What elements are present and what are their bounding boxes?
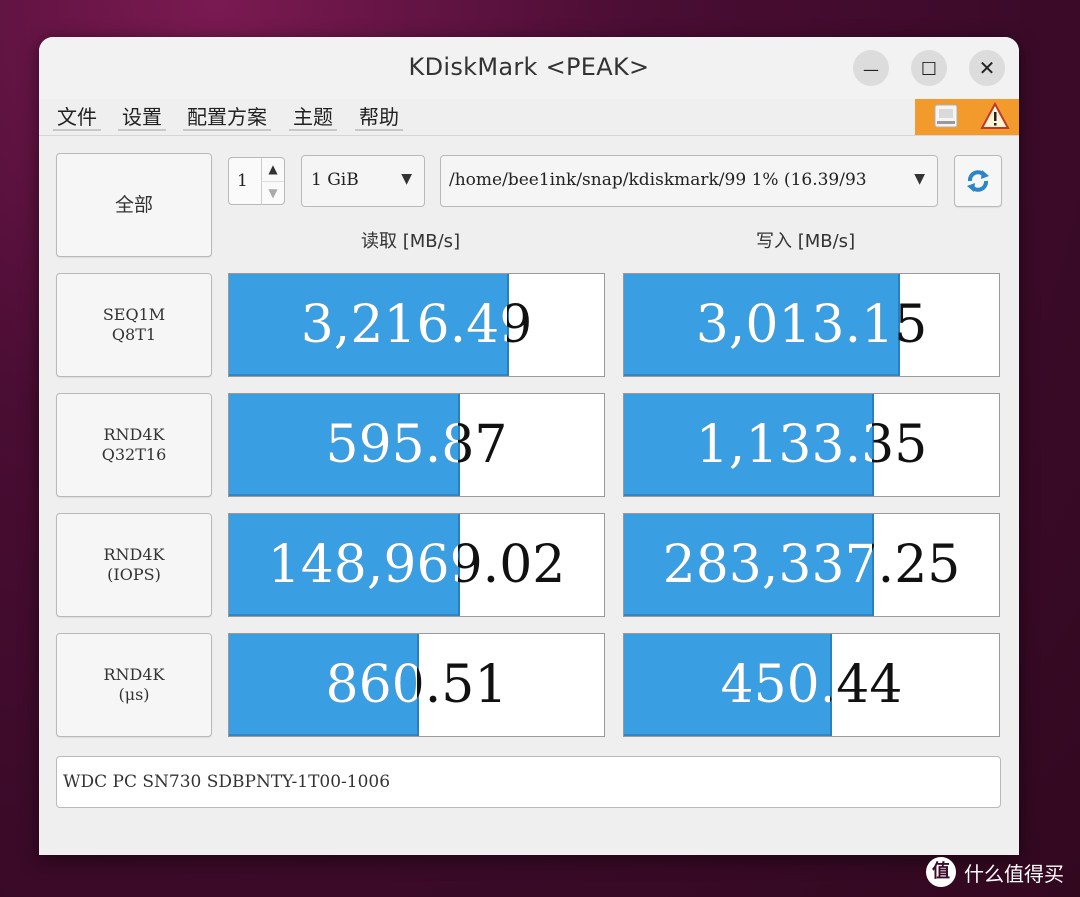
- title-bar[interactable]: KDiskMark <PEAK> — ☐ ✕: [39, 37, 1019, 99]
- kdiskmark-window: KDiskMark <PEAK> — ☐ ✕ 文件 设置 配置方案 主题 帮助: [39, 37, 1019, 855]
- runs-spinbox[interactable]: 1 ▲ ▼: [228, 157, 285, 205]
- write-column-header: 写入 [MB/s]: [756, 231, 856, 252]
- warning-icon[interactable]: [980, 101, 1010, 129]
- read-value-overlay: 3,216.49: [229, 274, 507, 376]
- read-value-overlay: 860.51: [229, 634, 417, 736]
- test-label-line2: (μs): [118, 685, 150, 704]
- read-value-highlight: 3,216.49: [300, 295, 507, 355]
- size-dropdown-icon: ▼: [401, 171, 412, 187]
- write-result-1: 3,013.153,013.15: [623, 273, 1000, 377]
- read-result-2: 595.87595.87: [228, 393, 605, 497]
- size-value: 1 GiB: [311, 170, 359, 190]
- spin-down-icon[interactable]: ▼: [261, 181, 284, 205]
- run-all-button[interactable]: 全部: [56, 153, 212, 257]
- test-label-line1: RND4K: [103, 425, 165, 444]
- menu-bar: 文件 设置 配置方案 主题 帮助: [39, 99, 1019, 136]
- test-button-2[interactable]: RND4K Q32T16: [56, 393, 212, 497]
- read-result-4: 860.51860.51: [228, 633, 605, 737]
- read-result-1: 3,216.493,216.49: [228, 273, 605, 377]
- test-label-line1: RND4K: [103, 545, 165, 564]
- write-value-highlight: 283,337.25: [662, 535, 872, 595]
- size-select[interactable]: 1 GiB ▼: [301, 155, 425, 207]
- test-button-3[interactable]: RND4K (IOPS): [56, 513, 212, 617]
- maximize-button[interactable]: ☐: [911, 50, 947, 86]
- read-value-highlight: 860.51: [325, 655, 417, 715]
- test-label-line2: Q32T16: [101, 445, 167, 464]
- path-select[interactable]: /home/bee1ink/snap/kdiskmark/99 1% (16.3…: [440, 155, 938, 207]
- test-label-line2: (IOPS): [107, 565, 161, 584]
- test-label-line1: RND4K: [103, 665, 165, 684]
- runs-value: 1: [237, 171, 248, 191]
- refresh-button[interactable]: [954, 155, 1002, 207]
- write-value-overlay: 1,133.35: [624, 394, 872, 496]
- menu-help[interactable]: 帮助: [355, 101, 403, 131]
- read-result-3: 148,969.02148,969.02: [228, 513, 605, 617]
- test-button-1[interactable]: SEQ1M Q8T1: [56, 273, 212, 377]
- maximize-icon: ☐: [920, 59, 938, 80]
- menu-file[interactable]: 文件: [53, 101, 101, 131]
- read-value-highlight: 595.87: [325, 415, 458, 475]
- spin-up-icon[interactable]: ▲: [261, 158, 284, 181]
- write-result-4: 450.44450.44: [623, 633, 1000, 737]
- disk-icon[interactable]: [934, 104, 958, 128]
- test-button-4[interactable]: RND4K (μs): [56, 633, 212, 737]
- status-tray: [915, 99, 1019, 135]
- path-dropdown-icon: ▼: [914, 171, 925, 187]
- write-value-overlay: 283,337.25: [624, 514, 872, 616]
- write-result-3: 283,337.25283,337.25: [623, 513, 1000, 617]
- minimize-button[interactable]: —: [853, 50, 889, 86]
- tray-icons: [934, 101, 1010, 129]
- watermark: 值 什么值得买: [926, 857, 1064, 887]
- menu-settings[interactable]: 设置: [118, 101, 166, 131]
- close-button[interactable]: ✕: [969, 50, 1005, 86]
- write-value-highlight: 1,133.35: [695, 415, 872, 475]
- path-value: /home/bee1ink/snap/kdiskmark/99 1% (16.3…: [449, 170, 867, 190]
- write-value-highlight: 450.44: [720, 655, 830, 715]
- write-result-2: 1,133.351,133.35: [623, 393, 1000, 497]
- write-value-overlay: 3,013.15: [624, 274, 898, 376]
- watermark-logo-icon: 值: [926, 857, 956, 887]
- read-value-overlay: 595.87: [229, 394, 458, 496]
- minimize-icon: —: [863, 60, 879, 79]
- device-name-field: WDC PC SN730 SDBPNTY-1T00-1006: [56, 756, 1001, 808]
- read-value-overlay: 148,969.02: [229, 514, 458, 616]
- close-icon: ✕: [978, 56, 996, 80]
- write-value-overlay: 450.44: [624, 634, 830, 736]
- test-label-line1: SEQ1M: [102, 305, 166, 324]
- write-value-highlight: 3,013.15: [695, 295, 898, 355]
- watermark-text: 什么值得买: [964, 861, 1064, 886]
- refresh-icon: [967, 170, 989, 192]
- menu-theme[interactable]: 主题: [289, 101, 337, 131]
- menu-profile[interactable]: 配置方案: [183, 101, 271, 131]
- read-value-highlight: 148,969.02: [267, 535, 458, 595]
- read-column-header: 读取 [MB/s]: [361, 231, 461, 252]
- test-label-line2: Q8T1: [111, 325, 157, 344]
